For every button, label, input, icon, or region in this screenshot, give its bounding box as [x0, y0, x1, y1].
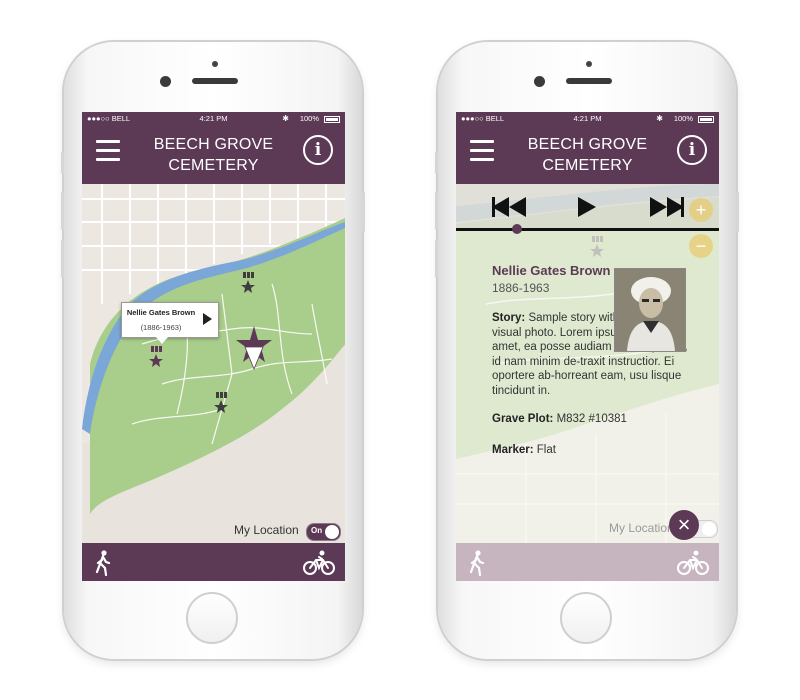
page-title: BEECH GROVE CEMETERY: [142, 134, 285, 176]
walking-person-icon[interactable]: [468, 550, 486, 576]
fast-forward-icon[interactable]: [650, 197, 684, 217]
my-location-label: My Location: [609, 521, 674, 535]
page-title: BEECH GROVE CEMETERY: [516, 134, 659, 176]
front-camera: [534, 76, 545, 87]
cemetery-map[interactable]: [82, 184, 345, 543]
info-icon[interactable]: i: [677, 135, 707, 165]
battery-icon: [698, 116, 714, 123]
grave-plot-row: Grave Plot: M832 #10381: [492, 412, 692, 427]
earpiece-speaker: [566, 78, 612, 84]
app-header: BEECH GROVE CEMETERY i: [82, 126, 345, 184]
play-icon[interactable]: [203, 313, 212, 325]
close-button[interactable]: ×: [669, 510, 699, 540]
audio-progress-bar[interactable]: [456, 224, 719, 234]
grave-plot-label: Grave Plot:: [492, 413, 554, 425]
status-bar: ●●●○○ BELL 4:21 PM ✱ 100%: [82, 112, 345, 126]
bicycle-icon[interactable]: [303, 550, 335, 576]
info-icon[interactable]: i: [303, 135, 333, 165]
volume-down-button: [61, 240, 64, 278]
bluetooth-icon: ✱: [282, 114, 289, 123]
toggle-knob: [325, 525, 339, 539]
my-location-label: My Location: [234, 523, 299, 537]
volume-up-button: [435, 192, 438, 230]
bluetooth-icon: ✱: [656, 114, 663, 123]
power-button: [362, 192, 365, 232]
zoom-in-button[interactable]: +: [689, 198, 713, 222]
proximity-sensor: [586, 61, 592, 67]
earpiece-speaker: [192, 78, 238, 84]
portrait-photo: [614, 268, 686, 352]
rewind-icon[interactable]: [492, 197, 526, 217]
phone-right: ●●●○○ BELL 4:21 PM ✱ 100% BEECH GROVE CE…: [435, 42, 739, 659]
marker-value: Flat: [536, 443, 556, 456]
toggle-knob: [702, 522, 716, 536]
progress-scrubber[interactable]: [512, 224, 522, 234]
title-line-1: BEECH GROVE: [153, 136, 274, 153]
app-header: BEECH GROVE CEMETERY i: [456, 126, 719, 184]
title-line-1: BEECH GROVE: [527, 136, 648, 153]
volume-up-button: [61, 192, 64, 230]
title-line-2: CEMETERY: [168, 157, 259, 174]
transport-footer: [456, 543, 719, 581]
story-overlay: + − Nellie Gates Brown 1886-1963 Story: …: [456, 184, 719, 543]
grave-callout[interactable]: Nellie Gates Brown (1886-1963): [121, 302, 219, 344]
play-icon[interactable]: [578, 197, 596, 217]
my-location-toggle[interactable]: On: [306, 523, 341, 541]
mute-switch: [61, 152, 64, 174]
zoom-out-button[interactable]: −: [689, 234, 713, 258]
hamburger-icon[interactable]: [96, 140, 120, 162]
grave-plot-value: M832 #10381: [556, 413, 627, 425]
battery-percent: 100%: [299, 114, 319, 123]
front-camera: [160, 76, 171, 87]
story-label: Story:: [492, 312, 526, 324]
battery-percent: 100%: [673, 114, 693, 123]
home-button[interactable]: [186, 592, 238, 644]
power-button: [736, 192, 739, 232]
status-bar: ●●●○○ BELL 4:21 PM ✱ 100%: [456, 112, 719, 126]
hamburger-icon[interactable]: [470, 140, 494, 162]
marker-row: Marker: Flat: [492, 443, 692, 458]
transport-footer: [82, 543, 345, 581]
screen: ●●●○○ BELL 4:21 PM ✱ 100% BEECH GROVE CE…: [456, 112, 719, 581]
marker-label: Marker:: [492, 443, 534, 456]
audio-player: +: [456, 184, 719, 230]
phone-left: ●●●○○ BELL 4:21 PM ✱ 100% BEECH GROVE CE…: [61, 42, 365, 659]
volume-down-button: [435, 240, 438, 278]
callout-name: Nellie Gates Brown: [126, 308, 196, 317]
walking-person-icon[interactable]: [94, 550, 112, 576]
toggle-on-label: On: [311, 526, 323, 535]
home-button[interactable]: [560, 592, 612, 644]
battery-icon: [324, 116, 340, 123]
screen: ●●●○○ BELL 4:21 PM ✱ 100% BEECH GROVE CE…: [82, 112, 345, 581]
proximity-sensor: [212, 61, 218, 67]
callout-years: (1886-1963): [140, 323, 182, 332]
title-line-2: CEMETERY: [542, 157, 633, 174]
bicycle-icon[interactable]: [677, 550, 709, 576]
mute-switch: [435, 152, 438, 174]
